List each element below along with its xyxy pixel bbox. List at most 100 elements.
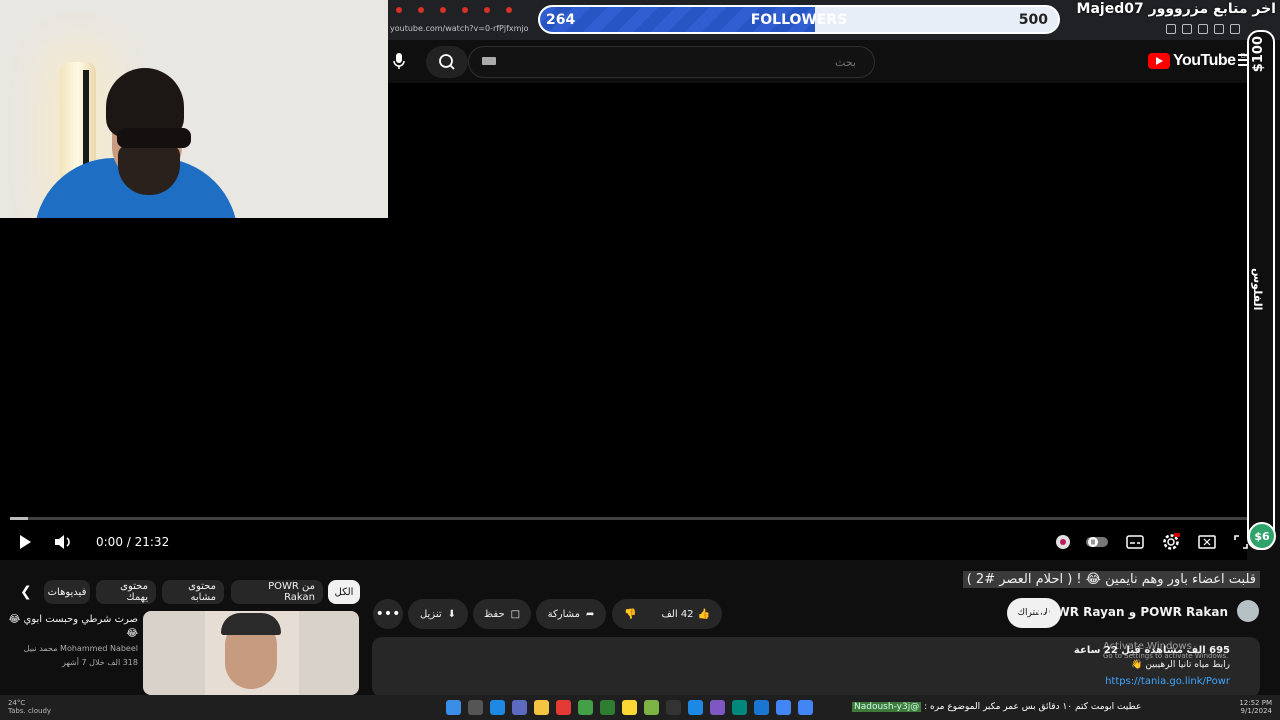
extension-icon[interactable]: [1214, 24, 1224, 34]
description-text: رابط مياه تانيا الرهيبين 👋: [1131, 660, 1230, 670]
download-label: تنزيل: [419, 608, 442, 620]
related-video-title[interactable]: صرت شرطي وحبست ابوي 😂 😂: [4, 613, 138, 641]
latest-follower-text: اخر متابع مزرووور Majed07: [1076, 1, 1276, 17]
keyboard-icon[interactable]: [482, 57, 496, 65]
like-icon: 👍: [697, 608, 710, 620]
progress-played: [10, 517, 28, 520]
microphone-icon[interactable]: [388, 50, 410, 72]
volume-icon[interactable]: [52, 531, 74, 553]
save-button[interactable]: □ حفظ: [473, 599, 531, 629]
browser-tab[interactable]: [432, 0, 454, 20]
youtube-header: YouTube DE: [388, 40, 1280, 83]
youtube-logo-text: YouTube: [1173, 52, 1236, 69]
ticker-text: عطيت ابومت كتم ١٠ دقائق بس عمر مكبر المو…: [924, 702, 1142, 712]
browser-tab[interactable]: [476, 0, 498, 20]
weather-desc: Tabs. cloudy: [8, 707, 52, 715]
browser-tab[interactable]: [410, 0, 432, 20]
minecraft-icon[interactable]: [600, 700, 615, 715]
app-icon[interactable]: [644, 700, 659, 715]
ticker-user: @Nadoush-y3j: [852, 702, 922, 712]
time-display: 0:00 / 21:32: [96, 535, 170, 549]
related-video-meta: 318 الف خلال 7 أشهر: [61, 658, 138, 667]
browser-tab[interactable]: [388, 0, 410, 20]
bookmark-icon: □: [510, 608, 521, 620]
app-icon[interactable]: [666, 700, 681, 715]
autoplay-toggle[interactable]: [1086, 531, 1108, 553]
search-icon: [439, 54, 455, 70]
browser-tab[interactable]: [454, 0, 476, 20]
activate-windows-watermark: Activate Windows Go to Settings to activ…: [1103, 641, 1228, 660]
share-icon: ➦: [585, 608, 595, 620]
download-icon: ⬇: [447, 608, 457, 620]
address-bar[interactable]: youtube.com/watch?v=0-rfPjfxmjo: [390, 24, 529, 33]
youtube-play-icon: [1148, 53, 1170, 69]
related-video-channel[interactable]: محمد نبيل Mohammed Nabeel: [4, 644, 138, 653]
share-button[interactable]: ➦ مشاركة: [536, 599, 606, 629]
browser-tab[interactable]: [498, 0, 520, 20]
app-icon[interactable]: [732, 700, 747, 715]
followers-goal-bar: 264 FOLLOWERS 500: [538, 5, 1060, 34]
miniplayer-icon[interactable]: [1052, 531, 1074, 553]
discord-icon[interactable]: [710, 700, 725, 715]
edge-icon[interactable]: [490, 700, 505, 715]
like-button[interactable]: 👍 42 الف: [661, 609, 710, 620]
windows-taskbar: 24°C Tabs. cloudy عطيت ابومت كتم ١٠ دقائ…: [0, 695, 1280, 720]
search-button[interactable]: [426, 46, 468, 78]
download-button[interactable]: ⬇ تنزيل: [408, 599, 468, 629]
app-icon[interactable]: [512, 700, 527, 715]
chip-videos[interactable]: فيديوهات: [44, 580, 90, 604]
save-label: حفظ: [483, 608, 505, 620]
start-icon[interactable]: [446, 700, 461, 715]
chrome-icon[interactable]: [798, 700, 813, 715]
extension-icon[interactable]: [1166, 24, 1176, 34]
more-actions-button[interactable]: •••: [373, 599, 403, 629]
system-tray-clock[interactable]: 12:52 PM 9/1/2024: [1239, 699, 1272, 715]
related-video-thumbnail[interactable]: [143, 611, 359, 695]
activate-windows-subtitle: Go to Settings to activate Windows.: [1103, 652, 1229, 660]
download-icon[interactable]: [1182, 24, 1192, 34]
clock-time: 12:52 PM: [1239, 699, 1272, 707]
like-count: 42 الف: [661, 608, 694, 620]
subtitles-icon[interactable]: [1124, 531, 1146, 553]
taskbar-apps: [446, 700, 813, 715]
chip-from-channel[interactable]: من POWR Rakan: [231, 580, 323, 604]
weather-temp: 24°C: [8, 699, 26, 707]
activate-windows-title: Activate Windows: [1103, 641, 1192, 652]
extension-icon[interactable]: [1198, 24, 1208, 34]
share-label: مشاركة: [547, 608, 580, 620]
watch-page-below-video: قلبت اعضاء باور وهم نايمين 😂 ! ( احلام ا…: [0, 560, 1280, 697]
search-icon[interactable]: [468, 700, 483, 715]
webcam-feed: [0, 0, 388, 218]
app-icon[interactable]: [688, 700, 703, 715]
sunglasses: [117, 128, 191, 148]
chip-related[interactable]: محتوى مشابه: [162, 580, 224, 604]
snapchat-icon[interactable]: [622, 700, 637, 715]
extension-icons: [1166, 24, 1240, 34]
play-icon[interactable]: [14, 531, 36, 553]
app-icon[interactable]: [754, 700, 769, 715]
chrome-icon[interactable]: [776, 700, 791, 715]
profile-icon[interactable]: [1230, 24, 1240, 34]
search-input[interactable]: [469, 47, 874, 77]
weather-widget[interactable]: 24°C Tabs. cloudy: [8, 699, 51, 715]
player-controls: 0:00 / 21:32: [0, 525, 1248, 561]
chip-for-you[interactable]: محتوى يهمك: [96, 580, 156, 604]
browser-icon[interactable]: [556, 700, 571, 715]
dislike-icon[interactable]: 👎: [624, 609, 636, 620]
settings-gear-icon[interactable]: [1160, 531, 1182, 553]
thumbnail-person: [205, 611, 299, 695]
thumbnail-cap: [221, 613, 281, 635]
donation-goal-label: الفلوس: [1251, 268, 1264, 311]
description-link[interactable]: https://tania.go.link/Powr: [1105, 676, 1230, 687]
channel-avatar[interactable]: [1237, 600, 1259, 622]
theater-mode-icon[interactable]: [1196, 531, 1218, 553]
video-progress-bar[interactable]: [10, 517, 1247, 520]
youtube-logo[interactable]: YouTube DE: [1148, 52, 1250, 70]
chip-all[interactable]: الكل: [328, 580, 360, 604]
channel-name[interactable]: POWR Rakan و POWR Rayan: [1037, 605, 1228, 619]
chevron-left-icon[interactable]: ❮: [20, 584, 32, 600]
folder-icon[interactable]: [534, 700, 549, 715]
chat-ticker: عطيت ابومت كتم ١٠ دقائق بس عمر مكبر المو…: [852, 702, 1141, 712]
donation-current-badge: $6: [1248, 522, 1276, 550]
app-icon[interactable]: [578, 700, 593, 715]
